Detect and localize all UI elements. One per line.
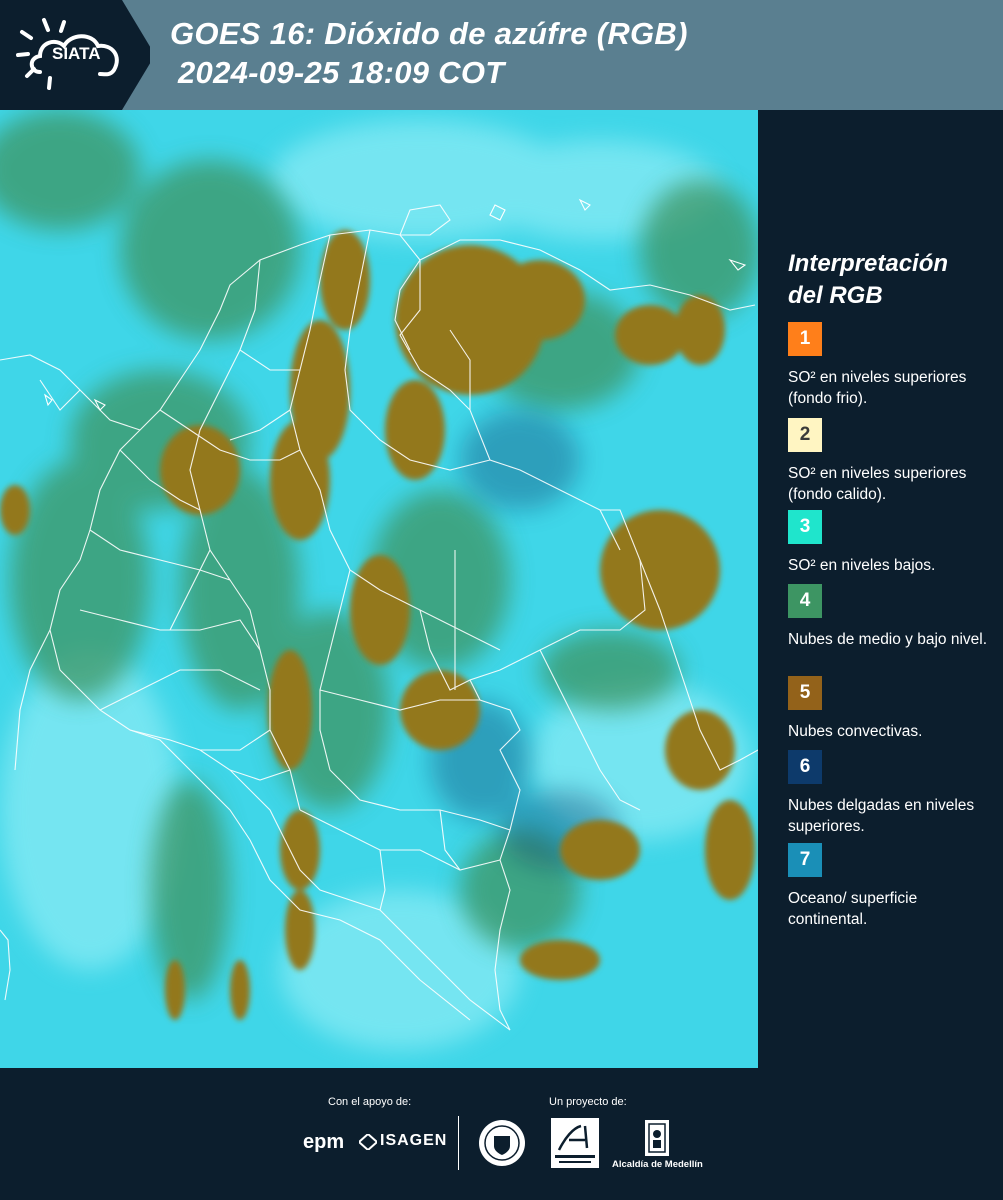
satellite-map	[0, 110, 758, 1068]
legend-text-7: Oceano/ superficie continental.	[788, 890, 918, 928]
siata-logo: SIATA	[0, 0, 150, 110]
legend-swatch-3: 3	[788, 510, 822, 544]
legend-text-1: SO² en niveles superiores (fondo frio).	[788, 369, 967, 407]
legend-item-6: 6 Nubes delgadas en niveles superiores.	[788, 750, 998, 837]
title-line-1: GOES 16: Dióxido de azúfre (RGB)	[170, 16, 688, 51]
support-caption: Con el apoyo de:	[328, 1096, 412, 1108]
legend-swatch-4: 4	[788, 584, 822, 618]
legend-text-6: Nubes delgadas en niveles superiores.	[788, 797, 975, 835]
legend-item-7: 7 Oceano/ superficie continental.	[788, 843, 998, 930]
satellite-imagery	[0, 110, 758, 1068]
legend-text-4: Nubes de medio y bajo nivel.	[788, 631, 988, 648]
siata-logo-text: SIATA	[52, 44, 101, 63]
header: SIATA GOES 16: Dióxido de azúfre (RGB) 2…	[0, 0, 1003, 110]
alcaldia-caption: Alcaldía de Medellín	[612, 1159, 703, 1170]
title-line-2: 2024-09-25 18:09 COT	[178, 55, 505, 90]
legend-item-4: 4 Nubes de medio y bajo nivel.	[788, 584, 998, 650]
legend-text-2: SO² en niveles superiores (fondo calido)…	[788, 465, 967, 503]
project-caption: Un proyecto de:	[549, 1096, 627, 1108]
legend-panel: Interpretación del RGB 1 SO² en niveles …	[758, 110, 1003, 1068]
isagen-logo: ISAGEN	[380, 1132, 448, 1149]
legend-text-3: SO² en niveles bajos.	[788, 557, 936, 574]
legend-item-3: 3 SO² en niveles bajos.	[788, 510, 998, 576]
legend-swatch-2: 2	[788, 418, 822, 452]
medellin-seal-icon	[477, 1118, 527, 1173]
legend-title: Interpretación del RGB	[788, 250, 949, 309]
legend-item-1: 1 SO² en niveles superiores (fondo frio)…	[788, 322, 998, 409]
legend-swatch-5: 5	[788, 676, 822, 710]
footer-divider	[458, 1116, 459, 1170]
legend-item-5: 5 Nubes convectivas.	[788, 676, 998, 742]
legend-swatch-7: 7	[788, 843, 822, 877]
legend-swatch-1: 1	[788, 322, 822, 356]
legend-item-2: 2 SO² en niveles superiores (fondo calid…	[788, 418, 998, 505]
area-metropolitana-logo-icon	[551, 1118, 599, 1173]
legend-swatch-6: 6	[788, 750, 822, 784]
isagen-mark-icon	[357, 1132, 379, 1155]
alcaldia-crest-icon	[643, 1118, 671, 1163]
legend-text-5: Nubes convectivas.	[788, 723, 923, 740]
epm-logo: epm	[303, 1131, 345, 1153]
footer: Con el apoyo de: Un proyecto de: epm ISA…	[0, 1068, 1003, 1200]
